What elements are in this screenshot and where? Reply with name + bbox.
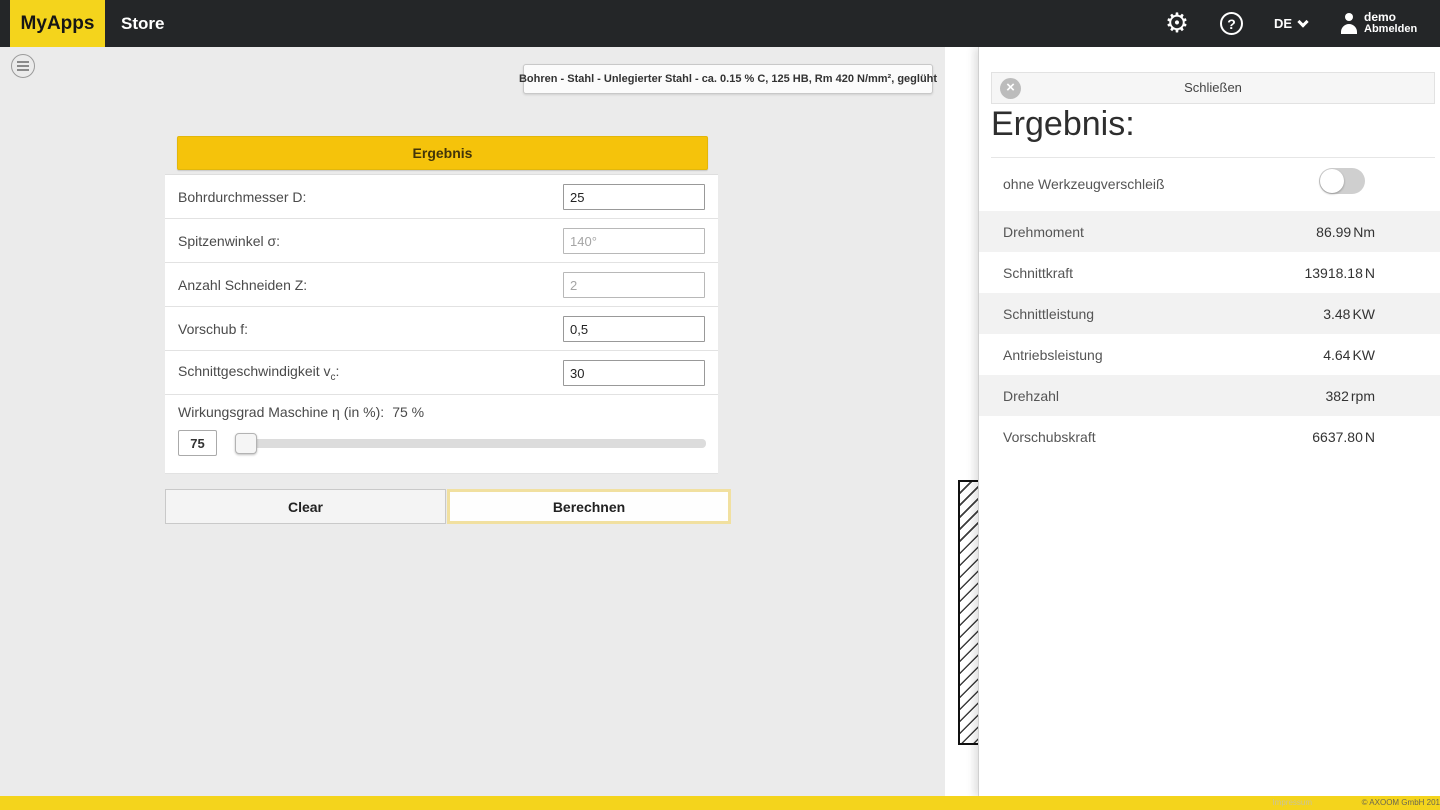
form-row: Spitzenwinkel σ: (165, 219, 718, 263)
close-panel-button[interactable]: × Schließen (991, 72, 1435, 104)
field-label: Bohrdurchmesser D: (178, 189, 306, 205)
ergebnis-header-button[interactable]: Ergebnis (177, 136, 708, 170)
result-value: 6637.80N (1312, 429, 1375, 445)
close-glyph: × (1006, 79, 1015, 96)
schnittgeschwindigkeit-input[interactable] (563, 360, 705, 386)
result-row: Vorschubskraft 6637.80N (979, 416, 1440, 457)
help-glyph: ? (1227, 16, 1236, 32)
ergebnis-header-label: Ergebnis (413, 145, 473, 161)
chevron-down-icon (1297, 16, 1308, 27)
user-avatar-icon (1340, 13, 1358, 34)
result-label: Drehzahl (1003, 388, 1326, 404)
result-label: Drehmoment (1003, 224, 1316, 240)
result-value: 4.64KW (1323, 347, 1375, 363)
language-selector[interactable]: DE (1274, 0, 1307, 47)
result-row: Antriebsleistung 4.64KW (979, 334, 1440, 375)
brand-label: MyApps (21, 13, 95, 35)
language-code: DE (1274, 16, 1292, 31)
form-row: Anzahl Schneiden Z: (165, 263, 718, 307)
user-menu[interactable]: demo Abmelden (1340, 0, 1417, 47)
clear-button[interactable]: Clear (165, 489, 446, 524)
field-label: Spitzenwinkel σ: (178, 233, 280, 249)
tab-store[interactable]: Store (121, 0, 164, 47)
form-row: Vorschub f: (165, 307, 718, 351)
result-value: 13918.18N (1304, 265, 1375, 281)
result-label: Vorschubskraft (1003, 429, 1312, 445)
result-value: 3.48KW (1323, 306, 1375, 322)
toggle-row: ohne Werkzeugverschleiß (979, 159, 1440, 211)
toggle-label: ohne Werkzeugverschleiß (1003, 176, 1165, 192)
result-label: Schnittkraft (1003, 265, 1304, 281)
spitzenwinkel-input[interactable] (563, 228, 705, 254)
workpiece-drawing (958, 480, 979, 745)
result-row: Drehzahl 382rpm (979, 375, 1440, 416)
result-row: Schnittkraft 13918.18N (979, 252, 1440, 293)
result-label: Schnittleistung (1003, 306, 1323, 322)
result-row: Drehmoment 86.99Nm (979, 211, 1440, 252)
context-title-button[interactable]: Bohren - Stahl - Unlegierter Stahl - ca.… (523, 64, 933, 94)
efficiency-number-input[interactable] (178, 430, 217, 456)
vorschub-input[interactable] (563, 316, 705, 342)
toggle-knob (1320, 169, 1344, 193)
logout-link[interactable]: Abmelden (1364, 24, 1417, 36)
close-label: Schließen (992, 73, 1434, 103)
results-panel: × Schließen Ergebnis: ohne Werkzeugversc… (978, 47, 1440, 797)
top-nav: MyApps Store ⚙ ? DE demo Abmelden (0, 0, 1440, 47)
bohrdurchmesser-input[interactable] (563, 184, 705, 210)
footer-bar: Impressum © AXOOM GmbH 201 (0, 796, 1440, 810)
result-row: Schnittleistung 3.48KW (979, 293, 1440, 334)
app-screen: { "topbar": { "brand": "MyApps", "store"… (0, 0, 1440, 810)
field-label: Schnittgeschwindigkeit vc: (178, 363, 339, 383)
main-content: Bohren - Stahl - Unlegierter Stahl - ca.… (0, 47, 945, 797)
efficiency-current-value: 75 % (392, 404, 424, 420)
result-value: 382rpm (1326, 388, 1375, 404)
toggle-werkzeugverschleiss[interactable] (1319, 168, 1365, 194)
settings-gear-icon[interactable]: ⚙ (1163, 0, 1191, 47)
parameter-form: Bohrdurchmesser D: Spitzenwinkel σ: Anza… (165, 174, 718, 474)
context-title-label: Bohren - Stahl - Unlegierter Stahl - ca.… (519, 73, 937, 85)
close-icon[interactable]: × (1000, 78, 1021, 99)
results-title: Ergebnis: (991, 105, 1135, 144)
tab-myapps[interactable]: MyApps (10, 0, 105, 47)
calculate-button[interactable]: Berechnen (447, 489, 731, 524)
form-row: Bohrdurchmesser D: (165, 175, 718, 219)
divider (991, 157, 1435, 158)
gear-glyph: ⚙ (1165, 8, 1189, 39)
efficiency-label: Wirkungsgrad Maschine η (in %):75 % (178, 404, 718, 420)
help-icon[interactable]: ? (1220, 12, 1243, 35)
field-label: Anzahl Schneiden Z: (178, 277, 307, 293)
form-row: Schnittgeschwindigkeit vc: (165, 351, 718, 395)
copyright-text: © AXOOM GmbH 201 (1362, 796, 1440, 810)
store-label: Store (121, 14, 164, 34)
result-label: Antriebsleistung (1003, 347, 1323, 363)
results-list: Drehmoment 86.99Nm Schnittkraft 13918.18… (979, 211, 1440, 457)
efficiency-slider[interactable] (236, 439, 706, 448)
efficiency-row: Wirkungsgrad Maschine η (in %):75 % (165, 395, 718, 474)
slider-thumb[interactable] (235, 433, 257, 454)
impressum-link[interactable]: Impressum (1272, 796, 1312, 810)
anzahl-schneiden-input[interactable] (563, 272, 705, 298)
result-value: 86.99Nm (1316, 224, 1375, 240)
menu-icon[interactable] (11, 54, 35, 78)
field-label: Vorschub f: (178, 321, 248, 337)
